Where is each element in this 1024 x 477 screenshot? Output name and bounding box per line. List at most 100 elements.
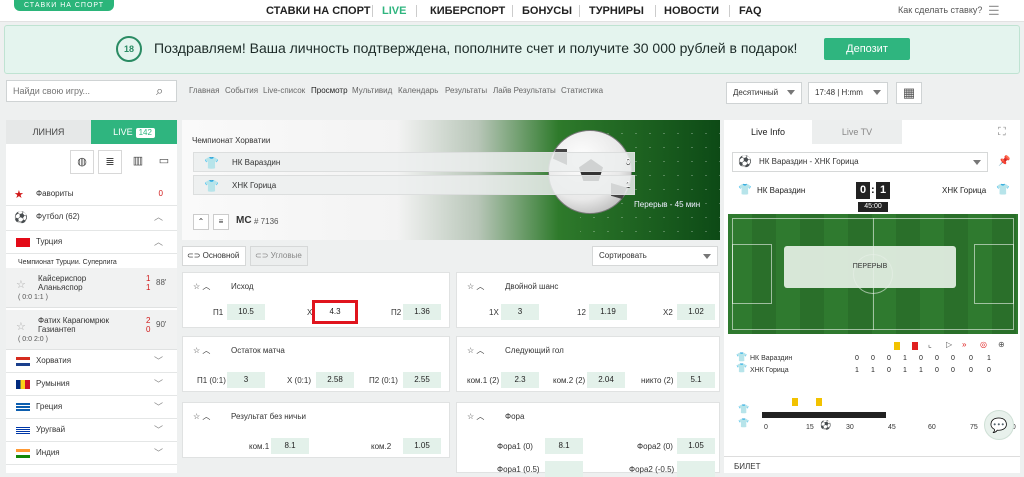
nav-news[interactable]: НОВОСТИ bbox=[664, 4, 719, 18]
crumb-results[interactable]: Результаты bbox=[445, 86, 487, 95]
nav-bonuses[interactable]: БОНУСЫ bbox=[522, 4, 572, 18]
time-format-select[interactable]: 17:48 | H:mm bbox=[808, 82, 888, 104]
stat-away-value: 0 bbox=[951, 367, 955, 374]
bet-slip-header[interactable]: БИЛЕТ bbox=[724, 456, 1020, 473]
star-outline-icon[interactable]: ☆ ︿ bbox=[193, 281, 210, 292]
star-outline-icon[interactable]: ☆ ︿ bbox=[467, 345, 484, 356]
star-outline-icon[interactable]: ☆ bbox=[16, 320, 26, 333]
odd-button[interactable]: 8.1 bbox=[271, 438, 309, 454]
crumb-live-results[interactable]: Лайв Результаты bbox=[493, 86, 556, 95]
crumb-calendar[interactable]: Календарь bbox=[398, 86, 438, 95]
crumb-home[interactable]: Главная bbox=[189, 86, 219, 95]
help-link[interactable]: Как сделать ставку? bbox=[898, 5, 982, 15]
odd-button[interactable]: 3 bbox=[501, 304, 539, 320]
tab-live-info[interactable]: Live Info bbox=[724, 120, 812, 144]
team-name: НК Вараздин bbox=[232, 158, 281, 167]
tab-corners[interactable]: ⊂⊃ Угловые bbox=[250, 246, 308, 266]
search-icon[interactable]: ⌕ bbox=[156, 83, 163, 99]
nav-esports[interactable]: КИБЕРСПОРТ bbox=[430, 4, 505, 18]
list-view-icon[interactable]: ≣ bbox=[98, 150, 122, 174]
stats-icon[interactable]: ≡ bbox=[213, 214, 229, 230]
nav-live[interactable]: LIVE bbox=[382, 4, 406, 18]
chevron-up-icon: ︿ bbox=[153, 212, 163, 222]
hero-team-away: 👕 ХНК Горица 1 bbox=[193, 175, 635, 195]
tab-line[interactable]: ЛИНИЯ bbox=[6, 120, 91, 144]
odd-button[interactable]: 2.55 bbox=[403, 372, 441, 388]
star-outline-icon[interactable]: ☆ ︿ bbox=[193, 345, 210, 356]
match-row[interactable]: ☆ Фатих Карагюмрюк Газиантеп 2 0 ( 0:0 2… bbox=[6, 310, 177, 350]
match-row[interactable]: ☆ Кайсериспор Аланьяспор 1 1 ( 0:0 1:1 )… bbox=[6, 268, 177, 308]
odd-button[interactable]: 2.3 bbox=[501, 372, 539, 388]
odd-button[interactable]: 1.05 bbox=[677, 438, 715, 454]
match-select[interactable]: НК Вараздин - ХНК Горица bbox=[732, 152, 988, 172]
odd-label: никто (2) bbox=[641, 376, 674, 385]
target-icon: ◎ bbox=[980, 340, 987, 349]
odd-button[interactable]: 8.1 bbox=[545, 438, 583, 454]
nav-tournaments[interactable]: ТУРНИРЫ bbox=[589, 4, 644, 18]
odd-button[interactable]: 1.36 bbox=[403, 304, 441, 320]
nav-faq[interactable]: FAQ bbox=[739, 4, 762, 18]
odd-button[interactable]: 2.58 bbox=[316, 372, 354, 388]
calculator-icon[interactable]: ▦ bbox=[896, 82, 922, 104]
market-title: Исход bbox=[231, 282, 254, 291]
tab-live-tv[interactable]: Live TV bbox=[812, 120, 902, 144]
odd-button[interactable]: 1.02 bbox=[677, 304, 715, 320]
star-outline-icon[interactable]: ☆ ︿ bbox=[467, 281, 484, 292]
expand-icon[interactable]: ⌃ bbox=[193, 214, 209, 230]
odd-button[interactable]: 3 bbox=[227, 372, 265, 388]
search-input[interactable] bbox=[7, 81, 147, 101]
nav-sports-betting[interactable]: СТАВКИ НА СПОРТ bbox=[266, 4, 371, 18]
chat-icon[interactable]: 💬 bbox=[984, 410, 1014, 440]
odds-format-select[interactable]: Десятичный bbox=[726, 82, 802, 104]
monitor-icon[interactable]: ▭ bbox=[152, 150, 176, 174]
nav-separator bbox=[579, 5, 580, 17]
offside-icon: ▷ bbox=[946, 340, 953, 349]
market-title: Результат без ничьи bbox=[231, 412, 306, 421]
odd-button-selected[interactable]: 4.3 bbox=[312, 300, 358, 324]
logo[interactable]: СТАВКИ НА СПОРТ bbox=[14, 0, 114, 11]
crumb-view[interactable]: Просмотр bbox=[311, 86, 348, 95]
sidebar-item-romania[interactable]: Румыния ﹀ bbox=[6, 374, 177, 396]
crumb-multiview[interactable]: Мультивид bbox=[352, 86, 392, 95]
tab-main-markets[interactable]: ⊂⊃ Основной bbox=[182, 246, 246, 266]
nav-separator bbox=[729, 5, 730, 17]
star-outline-icon[interactable]: ☆ ︿ bbox=[467, 411, 484, 422]
star-outline-icon[interactable]: ☆ bbox=[16, 278, 26, 291]
sidebar-item-label: Индия bbox=[36, 448, 60, 457]
tab-live[interactable]: LIVE 142 bbox=[91, 120, 177, 144]
sidebar-item-uruguay[interactable]: Уругвай ﹀ bbox=[6, 420, 177, 442]
stat-home-value: 0 bbox=[855, 355, 859, 362]
sidebar-item-india[interactable]: Индия ﹀ bbox=[6, 443, 177, 465]
crumb-statistics[interactable]: Статистика bbox=[561, 86, 603, 95]
globe-icon[interactable]: ◍ bbox=[70, 150, 94, 174]
pin-icon[interactable]: 📌 bbox=[998, 156, 1010, 167]
odd-button[interactable]: 2.04 bbox=[587, 372, 625, 388]
sidebar-item-football[interactable]: ⚽ Футбол (62) ︿ bbox=[6, 207, 177, 231]
sidebar-item-croatia[interactable]: Хорватия ﹀ bbox=[6, 351, 177, 373]
sidebar-item-greece[interactable]: Греция ﹀ bbox=[6, 397, 177, 419]
odd-label: Фора2 (0) bbox=[637, 442, 673, 451]
crumb-events[interactable]: События bbox=[225, 86, 258, 95]
star-outline-icon[interactable]: ☆ ︿ bbox=[193, 411, 210, 422]
hero-score-away-2: 1 bbox=[626, 180, 631, 189]
sort-select[interactable]: Сортировать bbox=[592, 246, 718, 266]
menu-icon[interactable]: ☰ bbox=[988, 3, 1000, 19]
odd-button[interactable]: 10.5 bbox=[227, 304, 265, 320]
deposit-button[interactable]: Депозит bbox=[824, 38, 910, 60]
match-id: # 7136 bbox=[254, 217, 279, 226]
shirt-icon: 👕 bbox=[736, 352, 748, 362]
sidebar-item-label: Уругвай bbox=[36, 425, 66, 434]
crumb-live-list[interactable]: Live-список bbox=[263, 86, 305, 95]
odd-button[interactable]: 1.05 bbox=[403, 438, 441, 454]
table-view-icon[interactable]: ▥ bbox=[126, 150, 150, 174]
goal-ball-icon: ⚽ bbox=[820, 420, 832, 430]
sidebar-item-turkey[interactable]: Турция ︿ bbox=[6, 232, 177, 254]
odd-button[interactable] bbox=[545, 461, 583, 477]
sidebar-item-favorites[interactable]: ★ Фавориты 0 bbox=[6, 184, 177, 206]
search-box[interactable] bbox=[6, 80, 177, 102]
fullscreen-icon[interactable]: ⛶ bbox=[998, 126, 1006, 139]
odd-button[interactable]: 1.19 bbox=[589, 304, 627, 320]
match-minute: 90' bbox=[156, 320, 167, 329]
odd-button[interactable]: 5.1 bbox=[677, 372, 715, 388]
odd-button[interactable] bbox=[677, 461, 715, 477]
